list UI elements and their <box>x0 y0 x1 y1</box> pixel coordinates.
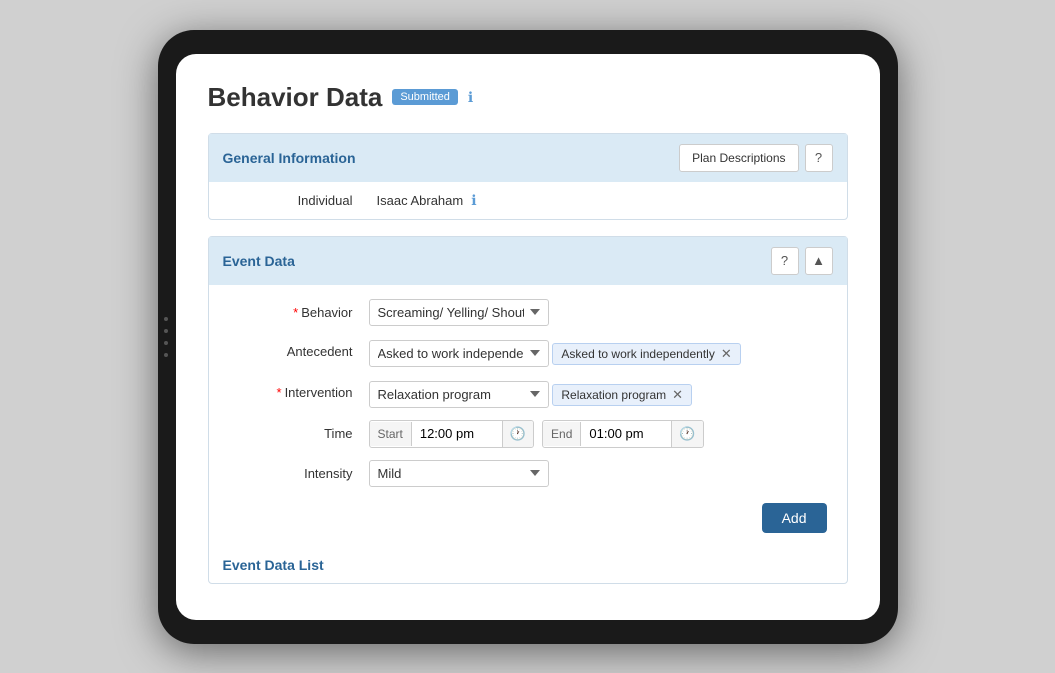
event-data-body: *Behavior Screaming/ Yelling/ Shoutin An… <box>209 285 847 547</box>
page-header: Behavior Data Submitted ℹ <box>208 82 848 113</box>
intervention-tag: Relaxation program ✕ <box>552 384 692 406</box>
behavior-required-star: * <box>293 305 298 320</box>
event-data-list-title: Event Data List <box>223 557 324 573</box>
time-inputs: Start 🕐 End 🕐 <box>369 420 827 448</box>
general-information-section: General Information Plan Descriptions ? … <box>208 133 848 220</box>
end-label: End <box>543 422 581 446</box>
intervention-row: *Intervention Relaxation program Relaxat… <box>229 379 827 408</box>
intensity-control: MildModerateSevere <box>369 460 827 487</box>
behavior-row: *Behavior Screaming/ Yelling/ Shoutin <box>229 299 827 326</box>
individual-info-icon[interactable]: ℹ <box>471 192 476 209</box>
intensity-label: Intensity <box>229 460 369 481</box>
antecedent-label: Antecedent <box>229 338 369 359</box>
page-content: Behavior Data Submitted ℹ General Inform… <box>176 54 880 620</box>
device-frame: Behavior Data Submitted ℹ General Inform… <box>158 30 898 644</box>
event-data-header: Event Data ? ▲ <box>209 237 847 285</box>
start-label: Start <box>370 422 412 446</box>
page-title: Behavior Data <box>208 82 383 113</box>
device-dots <box>164 317 168 357</box>
time-control: Start 🕐 End 🕐 <box>369 420 827 448</box>
intensity-row: Intensity MildModerateSevere <box>229 460 827 487</box>
intensity-select[interactable]: MildModerateSevere <box>369 460 549 487</box>
behavior-control: Screaming/ Yelling/ Shoutin <box>369 299 827 326</box>
time-label: Time <box>229 420 369 441</box>
event-data-collapse-button[interactable]: ▲ <box>805 247 833 275</box>
event-data-title: Event Data <box>223 253 295 269</box>
intervention-required-star: * <box>277 385 282 400</box>
dot-1 <box>164 317 168 321</box>
start-time-group: Start 🕐 <box>369 420 535 448</box>
general-info-title: General Information <box>223 150 356 166</box>
dot-4 <box>164 353 168 357</box>
event-data-list-section: Event Data List <box>209 547 847 583</box>
individual-row: Individual Isaac Abraham ℹ <box>209 182 847 219</box>
end-time-group: End 🕐 <box>542 420 704 448</box>
time-row: Time Start 🕐 End <box>229 420 827 448</box>
general-info-actions: Plan Descriptions ? <box>679 144 832 172</box>
end-time-clock-icon[interactable]: 🕐 <box>671 421 702 447</box>
general-info-header: General Information Plan Descriptions ? <box>209 134 847 182</box>
behavior-label: *Behavior <box>229 299 369 320</box>
event-data-actions: ? ▲ <box>771 247 833 275</box>
plan-descriptions-button[interactable]: Plan Descriptions <box>679 144 798 172</box>
antecedent-tag: Asked to work independently ✕ <box>552 343 740 365</box>
intervention-select[interactable]: Relaxation program <box>369 381 549 408</box>
start-time-clock-icon[interactable]: 🕐 <box>502 421 533 447</box>
individual-name: Isaac Abraham <box>377 193 464 208</box>
add-btn-row: Add <box>229 499 827 533</box>
antecedent-select[interactable]: Asked to work independen <box>369 340 549 367</box>
antecedent-tag-remove[interactable]: ✕ <box>721 347 732 360</box>
general-info-help-button[interactable]: ? <box>805 144 833 172</box>
individual-label: Individual <box>229 193 369 208</box>
dot-2 <box>164 329 168 333</box>
antecedent-row: Antecedent Asked to work independen Aske… <box>229 338 827 367</box>
intervention-tag-remove[interactable]: ✕ <box>672 388 683 401</box>
event-data-section: Event Data ? ▲ *Behavior Screaming/ Yell… <box>208 236 848 584</box>
end-time-input[interactable] <box>581 421 671 446</box>
antecedent-control: Asked to work independen Asked to work i… <box>369 338 827 367</box>
status-badge: Submitted <box>392 89 458 105</box>
intervention-control: Relaxation program Relaxation program ✕ <box>369 379 827 408</box>
behavior-select[interactable]: Screaming/ Yelling/ Shoutin <box>369 299 549 326</box>
intervention-label: *Intervention <box>229 379 369 400</box>
page-info-icon[interactable]: ℹ <box>468 89 473 106</box>
start-time-input[interactable] <box>412 421 502 446</box>
event-data-help-button[interactable]: ? <box>771 247 799 275</box>
dot-3 <box>164 341 168 345</box>
screen: Behavior Data Submitted ℹ General Inform… <box>176 54 880 620</box>
add-button[interactable]: Add <box>762 503 827 533</box>
